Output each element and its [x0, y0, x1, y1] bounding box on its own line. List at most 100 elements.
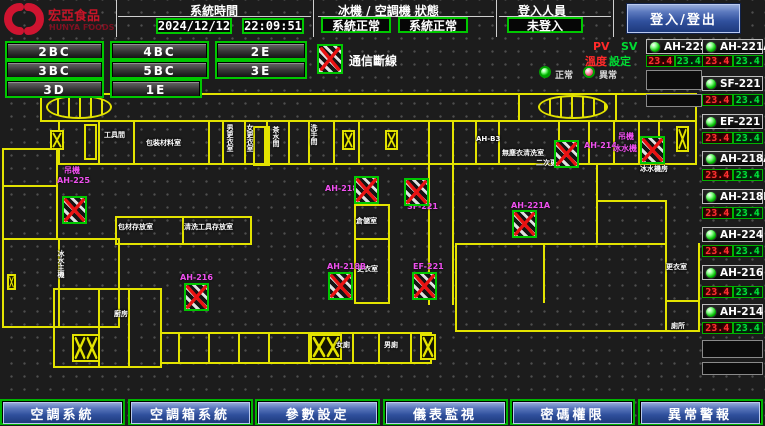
- floor-button-2BC[interactable]: 2BC: [5, 41, 104, 60]
- device-name: AH-225: [664, 41, 707, 53]
- floor-button-5BC[interactable]: 5BC: [110, 60, 209, 79]
- wall-segment: [455, 330, 698, 332]
- empty-slot: [702, 362, 763, 375]
- device-button-AH-218A[interactable]: AH-218A: [702, 151, 763, 166]
- device-sv-value: 23.4: [733, 245, 764, 257]
- wall-segment: [452, 165, 454, 305]
- bottom-nav-異常警報[interactable]: 異常警報: [638, 399, 763, 425]
- device-name: SF-221: [720, 78, 761, 90]
- device-name: AH-216: [720, 267, 763, 279]
- logo-right-arc: [28, 7, 40, 31]
- comm-lost-equipment-icon[interactable]: [62, 196, 87, 224]
- brand-logo: 宏亞食品 HUNYA FOODS: [2, 1, 114, 37]
- room-label: 無塵衣清洗室: [502, 149, 544, 157]
- device-button-AH-225[interactable]: AH-225: [646, 39, 703, 54]
- device-button-AH-221A[interactable]: AH-221A: [702, 39, 763, 54]
- device-button-SF-221[interactable]: SF-221: [702, 76, 763, 91]
- room-label: 冰水機房: [640, 165, 668, 173]
- wall-segment: [128, 288, 130, 368]
- floor-button-3BC[interactable]: 3BC: [5, 60, 104, 79]
- bottom-nav-空調系統[interactable]: 空調系統: [0, 399, 125, 425]
- device-button-EF-221[interactable]: EF-221: [702, 114, 763, 129]
- ladder-icon: [253, 126, 270, 166]
- bottom-nav-空調箱系統[interactable]: 空調箱系統: [128, 399, 253, 425]
- wall-segment: [333, 122, 335, 165]
- comm-lost-equipment-icon[interactable]: [354, 176, 379, 204]
- room-label: 清洗工具存放室: [184, 223, 233, 231]
- abnormal-legend-led: [583, 66, 595, 78]
- bottom-nav-參數設定[interactable]: 參數設定: [255, 399, 380, 425]
- comm-lost-equipment-icon[interactable]: [184, 283, 209, 311]
- wall-segment: [133, 122, 135, 165]
- login-logout-button[interactable]: 登入/登出: [627, 4, 740, 33]
- room-label: 更衣室: [666, 263, 687, 271]
- floor-button-2E[interactable]: 2E: [215, 41, 307, 60]
- comm-lost-equipment-icon[interactable]: [412, 272, 437, 300]
- floor-button-label: 4BC: [113, 44, 206, 58]
- abnormal-legend-label: 異常: [599, 68, 617, 81]
- wall-segment: [160, 288, 162, 368]
- bottom-nav-儀表監視[interactable]: 儀表監視: [383, 399, 508, 425]
- device-button-AH-216[interactable]: AH-216: [702, 265, 763, 280]
- comm-lost-equipment-icon[interactable]: [512, 210, 537, 238]
- brand-name-en: HUNYA FOODS: [49, 23, 114, 32]
- device-name: AH-224: [720, 229, 763, 241]
- wall-segment: [665, 300, 698, 302]
- equipment-label: AH-225: [57, 177, 90, 186]
- floor-button-4BC[interactable]: 4BC: [110, 41, 209, 60]
- wall-segment: [2, 326, 120, 328]
- hvac-scada-screen: 宏亞食品 HUNYA FOODS 系統時間 2024/12/12 22:09:5…: [0, 0, 765, 426]
- pv-column-label: PV: [593, 40, 610, 53]
- logo-left-arc: [8, 7, 20, 31]
- bottom-nav-密碼權限[interactable]: 密碼權限: [510, 399, 635, 425]
- floor-button-label: 2E: [218, 44, 304, 58]
- device-value-pair: 23.423.4: [702, 245, 763, 257]
- wall-segment: [698, 243, 700, 332]
- comm-lost-equipment-icon[interactable]: [328, 272, 353, 300]
- device-name: AH-214: [720, 306, 763, 318]
- bottom-nav-label: 空調箱系統: [131, 402, 250, 424]
- floor-button-3E[interactable]: 3E: [215, 60, 307, 79]
- device-value-pair: 23.423.4: [702, 55, 763, 67]
- empty-slot: [646, 94, 702, 107]
- comm-lost-equipment-icon[interactable]: [640, 136, 665, 164]
- wall-segment: [53, 288, 162, 290]
- device-sv-value: 23.4: [733, 55, 764, 67]
- equipment-label: AH-216: [180, 274, 213, 283]
- device-pv-value: 23.4: [702, 169, 733, 181]
- system-time-label: 系統時間: [190, 2, 238, 19]
- device-button-AH-218B[interactable]: AH-218B: [702, 189, 763, 204]
- device-pv-value: 23.4: [702, 322, 733, 334]
- sv-cn-label: 設定: [609, 53, 631, 69]
- room-label: 茶水間: [272, 126, 280, 147]
- wall-segment: [518, 93, 520, 122]
- floor-button-3D[interactable]: 3D: [5, 79, 104, 98]
- device-pv-value: 23.4: [702, 132, 733, 144]
- device-pv-value: 23.4: [702, 55, 733, 67]
- damper-x-marker: [7, 274, 16, 290]
- wall-segment: [354, 204, 390, 206]
- sv-column-label: SV: [621, 40, 637, 53]
- device-pv-value: 23.4: [646, 55, 675, 67]
- wall-segment: [352, 332, 354, 364]
- bottom-nav-label: 異常警報: [641, 402, 760, 424]
- comm-lost-equipment-icon[interactable]: [404, 178, 429, 206]
- floor-button-label: 1E: [113, 82, 199, 96]
- device-status-led: [649, 41, 661, 53]
- equipment-label: AH-218B: [327, 263, 366, 272]
- device-value-pair: 23.423.4: [702, 207, 763, 219]
- floor-button-1E[interactable]: 1E: [110, 79, 202, 98]
- wall-segment: [53, 366, 162, 368]
- wall-segment: [498, 122, 500, 165]
- device-pv-value: 23.4: [702, 207, 733, 219]
- device-button-AH-214[interactable]: AH-214: [702, 304, 763, 319]
- damper-x-marker: [50, 130, 64, 150]
- comm-lost-equipment-icon[interactable]: [554, 140, 579, 168]
- wall-segment: [410, 332, 412, 364]
- wall-segment: [58, 163, 697, 165]
- device-value-pair: 23.423.4: [702, 286, 763, 298]
- room-label: 廚房: [114, 310, 128, 318]
- wall-segment: [160, 332, 432, 334]
- device-sv-value: 23.4: [733, 322, 764, 334]
- device-button-AH-224[interactable]: AH-224: [702, 227, 763, 242]
